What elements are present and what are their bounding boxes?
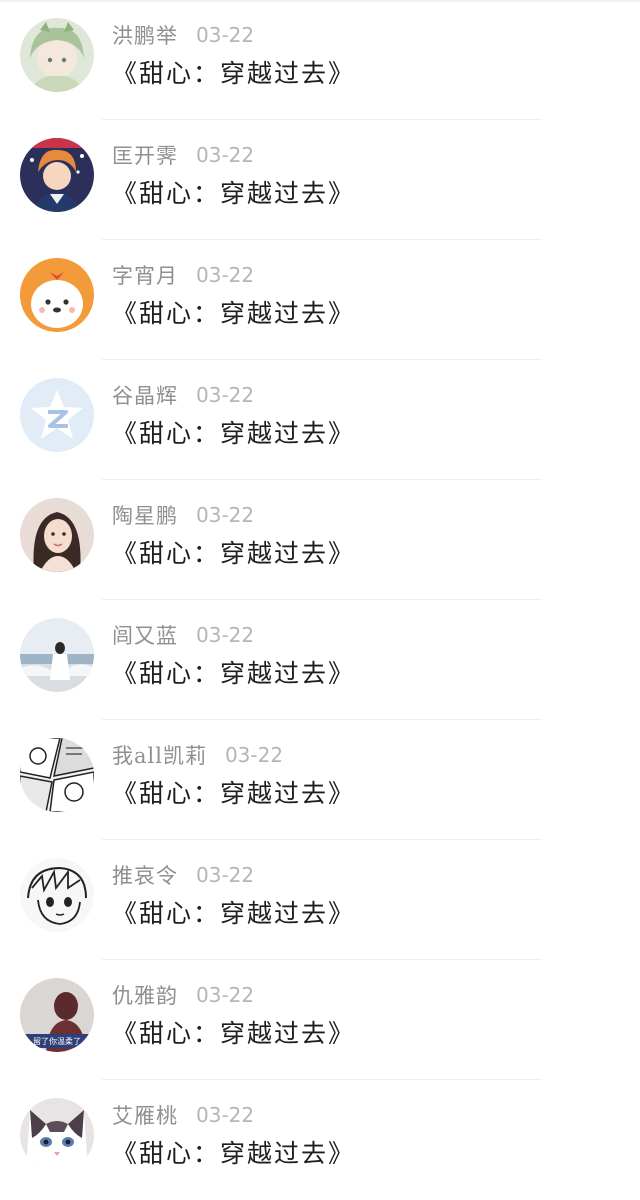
comment-date: 03-22 <box>196 503 255 527</box>
book-title[interactable]: 《甜心：穿越过去》 <box>112 534 355 570</box>
book-title[interactable]: 《甜心：穿越过去》 <box>112 1014 355 1050</box>
comment-meta: 陶星鹏 03-22 <box>112 500 254 530</box>
avatar-manga-sketch-icon[interactable] <box>20 858 94 932</box>
book-title[interactable]: 《甜心：穿越过去》 <box>112 1134 355 1170</box>
avatar-cartoon-dog-icon[interactable] <box>20 258 94 332</box>
comment-date: 03-22 <box>196 1103 255 1127</box>
comment-date: 03-22 <box>196 263 255 287</box>
list-item[interactable]: 字宵月 03-22 《甜心：穿越过去》 <box>0 240 640 360</box>
avatar-anime-boy-flag-icon[interactable] <box>20 138 94 212</box>
user-name[interactable]: 我all凯莉 <box>112 740 207 770</box>
comment-meta: 字宵月 03-22 <box>112 260 254 290</box>
list-item[interactable]: 闾又蓝 03-22 《甜心：穿越过去》 <box>0 600 640 720</box>
avatar-seaside-girl-icon[interactable] <box>20 618 94 692</box>
avatar-girl-photo-icon[interactable] <box>20 498 94 572</box>
comment-meta: 洪鹏举 03-22 <box>112 20 254 50</box>
list-item[interactable]: 陶星鹏 03-22 《甜心：穿越过去》 <box>0 480 640 600</box>
list-item[interactable]: 我all凯莉 03-22 《甜心：穿越过去》 <box>0 720 640 840</box>
user-name[interactable]: 陶星鹏 <box>112 500 178 530</box>
avatar-qzone-star-icon[interactable] <box>20 378 94 452</box>
user-name[interactable]: 字宵月 <box>112 260 178 290</box>
user-name[interactable]: 洪鹏举 <box>112 20 178 50</box>
list-item[interactable]: 留了你温柔了 仇雅韵 03-22 《甜心：穿越过去》 <box>0 960 640 1080</box>
list-item[interactable]: 谷晶辉 03-22 《甜心：穿越过去》 <box>0 360 640 480</box>
book-title[interactable]: 《甜心：穿越过去》 <box>112 894 355 930</box>
comment-meta: 艾雁桃 03-22 <box>112 1100 254 1130</box>
book-title[interactable]: 《甜心：穿越过去》 <box>112 654 355 690</box>
avatar-dark-silhouette-icon[interactable]: 留了你温柔了 <box>20 978 94 1052</box>
comment-date: 03-22 <box>196 383 255 407</box>
comment-date: 03-22 <box>196 863 255 887</box>
avatar-manga-panel-icon[interactable] <box>20 738 94 812</box>
list-item[interactable]: 推哀令 03-22 《甜心：穿越过去》 <box>0 840 640 960</box>
user-name[interactable]: 匡开霁 <box>112 140 178 170</box>
comment-date: 03-22 <box>196 623 255 647</box>
comment-meta: 匡开霁 03-22 <box>112 140 254 170</box>
book-title[interactable]: 《甜心：穿越过去》 <box>112 414 355 450</box>
comment-meta: 仇雅韵 03-22 <box>112 980 254 1010</box>
list-item[interactable]: 艾雁桃 03-22 《甜心：穿越过去》 <box>0 1080 640 1200</box>
list-item[interactable]: 匡开霁 03-22 《甜心：穿越过去》 <box>0 120 640 240</box>
user-name[interactable]: 谷晶辉 <box>112 380 178 410</box>
comment-date: 03-22 <box>196 23 255 47</box>
comment-date: 03-22 <box>196 983 255 1007</box>
comment-list: 洪鹏举 03-22 《甜心：穿越过去》 匡开霁 03-22 《甜心：穿越过去》 <box>0 0 640 1200</box>
comment-meta: 闾又蓝 03-22 <box>112 620 254 650</box>
user-name[interactable]: 推哀令 <box>112 860 178 890</box>
book-title[interactable]: 《甜心：穿越过去》 <box>112 174 355 210</box>
avatar-anime-green-hair-icon[interactable] <box>20 18 94 92</box>
user-name[interactable]: 艾雁桃 <box>112 1100 178 1130</box>
book-title[interactable]: 《甜心：穿越过去》 <box>112 294 355 330</box>
book-title[interactable]: 《甜心：穿越过去》 <box>112 54 355 90</box>
comment-meta: 谷晶辉 03-22 <box>112 380 254 410</box>
list-item[interactable]: 洪鹏举 03-22 《甜心：穿越过去》 <box>0 0 640 120</box>
comment-date: 03-22 <box>224 743 284 767</box>
comment-date: 03-22 <box>196 143 255 167</box>
comment-meta: 我all凯莉 03-22 <box>112 740 283 770</box>
avatar-caption: 留了你温柔了 <box>33 1036 81 1046</box>
avatar-cat-face-icon[interactable] <box>20 1098 94 1172</box>
user-name[interactable]: 仇雅韵 <box>112 980 178 1010</box>
user-name[interactable]: 闾又蓝 <box>112 620 178 650</box>
book-title[interactable]: 《甜心：穿越过去》 <box>112 774 355 810</box>
comment-meta: 推哀令 03-22 <box>112 860 254 890</box>
